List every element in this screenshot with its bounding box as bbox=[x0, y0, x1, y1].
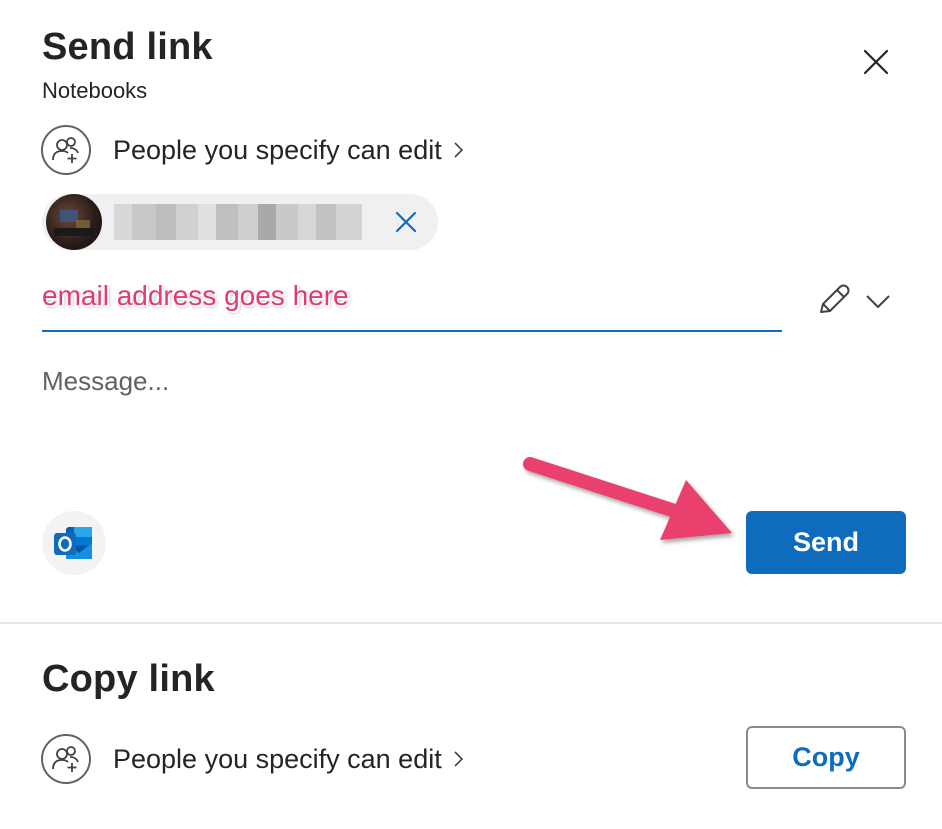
chevron-down-icon bbox=[866, 295, 890, 309]
outlook-icon bbox=[54, 527, 92, 559]
section-divider bbox=[0, 622, 942, 624]
message-field[interactable] bbox=[42, 366, 782, 486]
permission-dropdown-button[interactable] bbox=[862, 285, 894, 317]
send-permission-setting[interactable]: People you specify can edit bbox=[41, 125, 466, 175]
dismiss-icon bbox=[395, 211, 417, 233]
send-link-title: Send link bbox=[42, 26, 213, 68]
close-icon bbox=[863, 49, 889, 75]
chevron-right-icon bbox=[452, 140, 466, 160]
permission-label: People you specify can edit bbox=[113, 743, 442, 774]
copy-permission-setting[interactable]: People you specify can edit bbox=[41, 734, 466, 784]
item-name-subtitle: Notebooks bbox=[42, 78, 148, 103]
copy-link-title: Copy link bbox=[42, 658, 215, 700]
outlook-share-button[interactable] bbox=[42, 511, 106, 575]
pencil-icon bbox=[820, 284, 850, 313]
email-field[interactable] bbox=[42, 276, 782, 332]
edit-permission-button[interactable] bbox=[814, 282, 854, 320]
recipient-name-redacted bbox=[114, 204, 362, 240]
copy-button[interactable]: Copy bbox=[746, 726, 906, 789]
people-add-icon bbox=[41, 734, 91, 784]
send-button[interactable]: Send bbox=[746, 511, 906, 574]
recipient-chip[interactable] bbox=[42, 194, 438, 250]
chevron-right-icon bbox=[452, 749, 466, 769]
remove-recipient-button[interactable] bbox=[392, 208, 420, 236]
avatar bbox=[46, 194, 102, 250]
close-button[interactable] bbox=[856, 42, 896, 82]
permission-label: People you specify can edit bbox=[113, 134, 442, 165]
people-add-icon bbox=[41, 125, 91, 175]
